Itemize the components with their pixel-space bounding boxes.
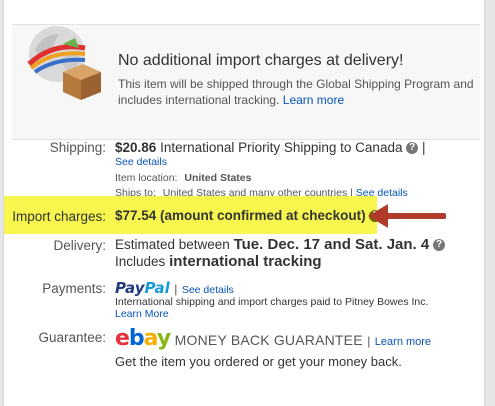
delivery-tracking: Includes international tracking [115,253,322,270]
shipping-pipe: | [422,140,426,155]
guarantee-label: Guarantee: [38,330,106,345]
payments-see-details-link[interactable]: See details [182,284,234,296]
paypal-logo: PayPal [115,279,170,297]
delivery-estimate-prefix: Estimated between [115,237,230,252]
item-location-value: United States [184,172,252,184]
money-back-guarantee-text: MONEY BACK GUARANTEE [174,332,363,348]
delivery-dates: Tue. Dec. 17 and Sat. Jan. 4 [233,236,430,253]
shipping-help-icon[interactable]: ? [406,142,419,155]
shipping-see-details-link[interactable]: See details [115,156,167,168]
guarantee-pipe: | [367,334,371,348]
delivery-includes-prefix: Includes [115,254,166,269]
guarantee-tagline: Get the item you ordered or get your mon… [115,354,402,369]
payments-pipe: | [174,282,178,296]
shipping-service: International Priority Shipping to Canad… [160,140,403,155]
item-location-line: Item location: United States [115,172,251,184]
delivery-label: Delivery: [53,238,106,253]
import-charges-label: Import charges: [12,209,106,224]
shipping-section: Shipping: $20.86 International Priority … [4,140,484,199]
banner-description: This item will be shipped through the Gl… [118,76,478,108]
delivery-includes-bold: international tracking [169,253,322,270]
import-charges-line: $77.54 (amount confirmed at checkout) ? [115,208,382,223]
payments-note: International shipping and import charge… [115,296,429,308]
shipping-price: $20.86 [115,140,157,155]
payments-learn-more-link[interactable]: Learn More [115,308,169,320]
import-charges-value: $77.54 (amount confirmed at checkout) [115,208,366,223]
payments-label: Payments: [42,281,106,296]
delivery-help-icon[interactable]: ? [433,239,445,252]
red-arrow-icon [368,204,446,228]
banner-title: No additional import charges at delivery… [118,52,404,69]
item-location-label: Item location: [115,172,178,184]
guarantee-line: ebay MONEY BACK GUARANTEE | Learn more [115,326,431,351]
shipping-line: $20.86 International Priority Shipping t… [115,140,426,155]
globe-box-icon [27,26,101,100]
banner-learn-more-link[interactable]: Learn more [283,93,344,107]
delivery-estimate: Estimated between Tue. Dec. 17 and Sat. … [115,236,445,253]
guarantee-learn-more-link[interactable]: Learn more [375,336,431,348]
shipping-label: Shipping: [49,140,106,155]
shipping-panel: No additional import charges at delivery… [3,0,485,406]
ebay-logo: ebay [115,326,171,351]
